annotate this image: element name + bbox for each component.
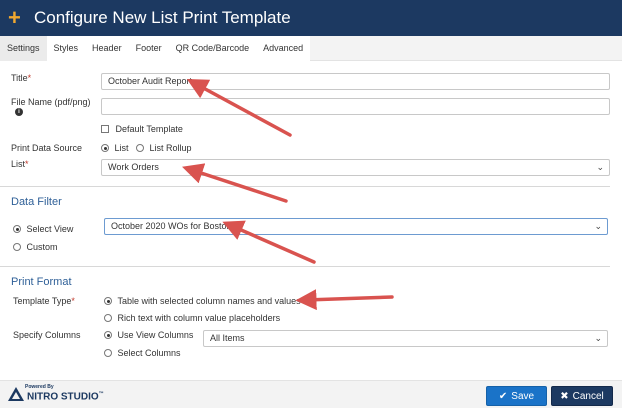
select-view-option[interactable]: Select View — [13, 224, 73, 234]
close-icon: ✖ — [560, 390, 569, 402]
file-name-input[interactable] — [101, 98, 610, 115]
print-data-source-label: Print Data Source — [11, 143, 83, 153]
source-list-label: List — [114, 143, 129, 153]
custom-option[interactable]: Custom — [13, 242, 58, 252]
columns-select[interactable]: All Items ⌄ — [203, 330, 608, 347]
tab-settings[interactable]: Settings — [0, 36, 47, 61]
plus-icon: + — [8, 5, 21, 30]
print-format-heading: Print Format — [11, 276, 72, 288]
save-button[interactable]: ✔ Save — [486, 386, 547, 406]
data-filter-heading: Data Filter — [11, 196, 62, 208]
nitro-studio-logo: Powered By NITRO STUDIO™ — [8, 384, 104, 403]
source-list-rollup-radio[interactable] — [136, 144, 144, 152]
select-columns-label: Select Columns — [117, 348, 181, 358]
tab-footer[interactable]: Footer — [129, 36, 169, 61]
tab-bar: Settings Styles Header Footer QR Code/Ba… — [0, 36, 622, 61]
default-template-label: Default Template — [115, 124, 183, 134]
list-label: List* — [11, 159, 29, 169]
list-select[interactable]: Work Orders ⌄ — [101, 159, 610, 176]
nitro-logo-icon — [8, 387, 24, 402]
default-template-checkbox[interactable] — [101, 125, 109, 133]
nitro-studio-text: NITRO STUDIO™ — [27, 391, 104, 403]
chevron-down-icon: ⌄ — [594, 221, 602, 231]
title-label: Title* — [11, 73, 32, 83]
annotation-arrow — [295, 289, 394, 311]
custom-radio[interactable] — [13, 243, 21, 251]
section-divider — [0, 266, 610, 267]
template-type-table-option[interactable]: Table with selected column names and val… — [104, 296, 301, 306]
template-type-label: Template Type* — [13, 296, 75, 306]
title-input[interactable]: October Audit Report — [101, 73, 610, 90]
dialog-header: + Configure New List Print Template — [0, 0, 622, 36]
tab-header[interactable]: Header — [85, 36, 129, 61]
use-view-columns-label: Use View Columns — [117, 330, 194, 340]
source-list-rollup-option[interactable]: List Rollup — [136, 143, 192, 153]
tab-qr-code-barcode[interactable]: QR Code/Barcode — [169, 36, 257, 61]
view-select-value: October 2020 WOs for Boston — [111, 221, 232, 231]
custom-label: Custom — [26, 242, 58, 252]
info-icon[interactable]: i — [15, 108, 23, 116]
section-divider — [0, 186, 610, 187]
powered-by-text: Powered By — [25, 384, 54, 390]
cancel-button[interactable]: ✖ Cancel — [551, 386, 613, 406]
view-select[interactable]: October 2020 WOs for Boston ⌄ — [104, 218, 608, 235]
default-template-option[interactable]: Default Template — [101, 124, 183, 134]
template-type-rich-text-radio[interactable] — [104, 314, 112, 322]
dialog-footer: Powered By NITRO STUDIO™ ✔ Save ✖ Cancel — [0, 380, 622, 408]
columns-select-value: All Items — [210, 333, 245, 343]
select-view-radio[interactable] — [13, 225, 21, 233]
template-type-table-label: Table with selected column names and val… — [117, 296, 301, 306]
source-list-radio[interactable] — [101, 144, 109, 152]
source-list-option[interactable]: List — [101, 143, 129, 153]
chevron-down-icon: ⌄ — [596, 162, 604, 172]
source-list-rollup-label: List Rollup — [149, 143, 192, 153]
tab-advanced[interactable]: Advanced — [256, 36, 310, 61]
select-view-label: Select View — [26, 224, 74, 234]
specify-columns-label: Specify Columns — [13, 330, 81, 340]
list-select-value: Work Orders — [108, 162, 159, 172]
template-type-rich-text-option[interactable]: Rich text with column value placeholders — [104, 313, 280, 323]
select-columns-radio[interactable] — [104, 349, 112, 357]
template-type-table-radio[interactable] — [104, 297, 112, 305]
use-view-columns-radio[interactable] — [104, 331, 112, 339]
use-view-columns-option[interactable]: Use View Columns — [104, 330, 193, 340]
chevron-down-icon: ⌄ — [594, 333, 602, 343]
template-type-rich-text-label: Rich text with column value placeholders — [117, 313, 281, 323]
check-icon: ✔ — [498, 390, 508, 402]
dialog-title: Configure New List Print Template — [34, 8, 291, 27]
select-columns-option[interactable]: Select Columns — [104, 348, 181, 358]
tab-styles[interactable]: Styles — [47, 36, 86, 61]
file-name-label: File Name (pdf/png) — [11, 97, 91, 107]
